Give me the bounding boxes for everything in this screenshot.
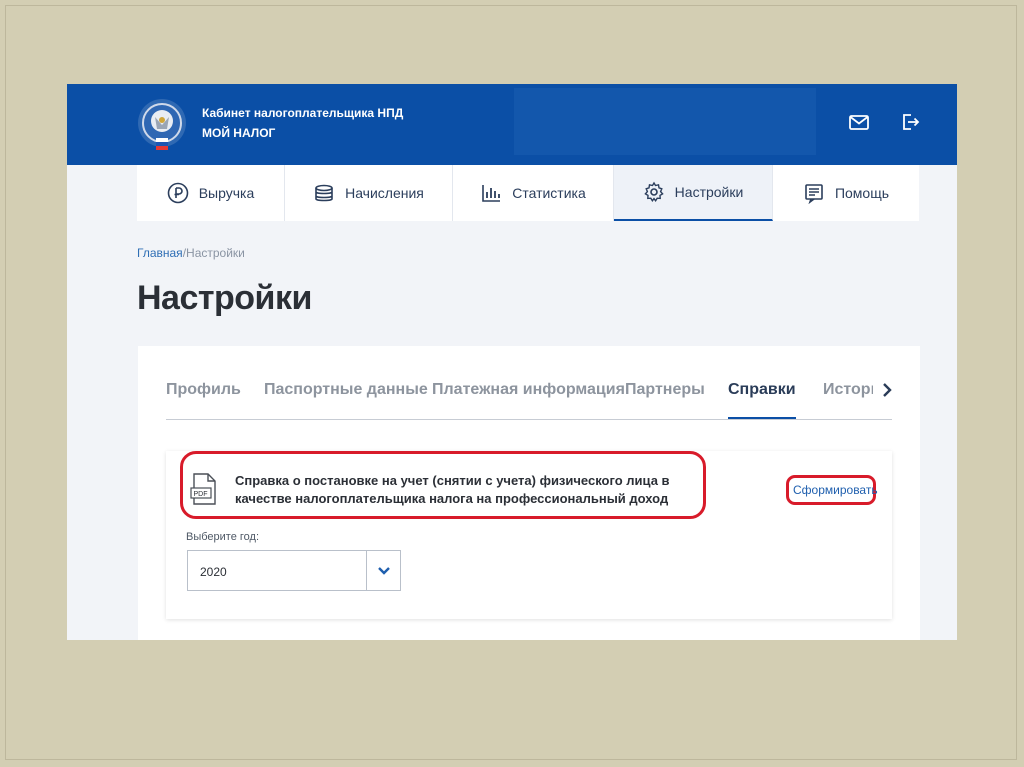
nav-item-revenue[interactable]: Выручка xyxy=(137,165,285,221)
tab-profile[interactable]: Профиль xyxy=(166,381,241,417)
mail-icon[interactable] xyxy=(847,110,871,134)
brand-title[interactable]: Кабинет налогоплательщика НПД МОЙ НАЛОГ xyxy=(202,103,403,143)
ruble-icon xyxy=(167,182,189,204)
nav-label-revenue: Выручка xyxy=(198,185,255,201)
year-value: 2020 xyxy=(200,565,227,579)
chevron-down-icon xyxy=(377,566,390,575)
nav-item-settings[interactable]: Настройки xyxy=(614,165,773,221)
tab-certificates[interactable]: Справки xyxy=(728,381,796,419)
pdf-icon-label: PDF xyxy=(194,491,208,498)
emblem-logo xyxy=(138,99,186,150)
settings-card: Профиль Паспортные данные Платежная инфо… xyxy=(138,346,920,640)
header-bar: Кабинет налогоплательщика НПД МОЙ НАЛОГ xyxy=(67,84,957,165)
main-nav: Выручка Начисления Статистика Настройки xyxy=(137,165,919,221)
blurred-area xyxy=(514,88,816,155)
tab-partners[interactable]: Партнеры xyxy=(625,381,705,417)
brand-line-2: МОЙ НАЛОГ xyxy=(202,126,276,140)
tab-payment[interactable]: Платежная информация xyxy=(432,381,625,417)
nav-label-charges: Начисления xyxy=(345,185,424,201)
certificate-item: PDF Справка о постановке на учет (снятии… xyxy=(166,451,892,619)
coins-icon xyxy=(315,184,333,202)
tab-history[interactable]: История xyxy=(823,381,873,417)
chevron-right-icon[interactable] xyxy=(879,379,895,401)
nav-label-settings: Настройки xyxy=(674,184,744,200)
tab-passport[interactable]: Паспортные данные xyxy=(264,381,428,417)
pdf-file-icon: PDF xyxy=(190,473,216,505)
brand-line-1: Кабинет налогоплательщика НПД xyxy=(202,106,404,120)
year-select[interactable]: 2020 xyxy=(187,550,401,591)
nav-label-help: Помощь xyxy=(834,185,890,201)
settings-tabs: Профиль Паспортные данные Платежная инфо… xyxy=(166,381,892,420)
breadcrumb-current: Настройки xyxy=(186,246,245,260)
year-dropdown-toggle[interactable] xyxy=(366,551,400,590)
breadcrumb: Главная/Настройки xyxy=(137,246,245,260)
nav-item-statistics[interactable]: Статистика xyxy=(453,165,614,221)
nav-item-charges[interactable]: Начисления xyxy=(285,165,453,221)
generate-button[interactable]: Сформировать xyxy=(793,483,878,497)
breadcrumb-home-link[interactable]: Главная xyxy=(137,246,183,260)
year-label: Выберите год: xyxy=(186,531,260,543)
nav-label-statistics: Статистика xyxy=(512,185,586,201)
gear-icon xyxy=(643,181,664,203)
page-title: Настройки xyxy=(137,279,312,317)
certificate-title: Справка о постановке на учет (снятии с у… xyxy=(235,473,670,506)
help-doc-icon xyxy=(805,184,823,204)
bar-chart-icon xyxy=(482,185,501,202)
logout-icon[interactable] xyxy=(898,110,922,134)
nav-item-help[interactable]: Помощь xyxy=(773,165,919,221)
app-screen: Кабинет налогоплательщика НПД МОЙ НАЛОГ … xyxy=(67,84,957,640)
